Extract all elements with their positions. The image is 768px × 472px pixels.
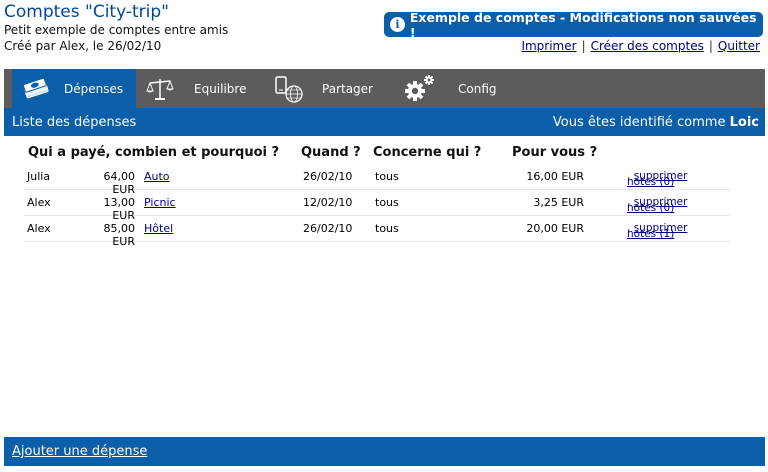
- row-reason-link[interactable]: Picnic: [144, 196, 176, 209]
- print-link[interactable]: Imprimer: [521, 39, 576, 53]
- quit-link[interactable]: Quitter: [718, 39, 760, 53]
- notes-link[interactable]: notes (1): [627, 228, 674, 240]
- row-date: 12/02/10: [303, 196, 353, 209]
- page-subtitle: Petit exemple de comptes entre amis: [4, 23, 229, 37]
- row-actions: notes (1), supprimer: [627, 222, 687, 240]
- row-share: 20,00 EUR: [526, 222, 584, 235]
- row-date: 26/02/10: [303, 222, 353, 235]
- section-bar: Liste des dépenses Vous êtes identifié c…: [4, 108, 765, 136]
- row-amount: 85,00 EUR: [103, 222, 136, 248]
- table-row: Alex 85,00 EUR Hôtel 26/02/10 tous 20,00…: [24, 216, 730, 248]
- row-share: 16,00 EUR: [526, 170, 584, 183]
- row-concerne: tous: [375, 222, 399, 235]
- unsaved-notice: i Exemple de comptes - Modifications non…: [384, 9, 763, 40]
- money-stack-icon: [22, 77, 50, 100]
- header-for-you: Pour vous ?: [512, 145, 598, 160]
- info-icon: i: [390, 17, 405, 32]
- top-links: Imprimer | Créer des comptes | Quitter: [521, 39, 760, 53]
- header-when: Quand ?: [301, 145, 361, 160]
- row-concerne: tous: [375, 196, 399, 209]
- balance-scale-icon: [146, 76, 174, 102]
- page-title: Comptes "City-trip": [4, 2, 169, 22]
- link-separator: |: [581, 39, 586, 53]
- create-accounts-link[interactable]: Créer des comptes: [591, 39, 704, 53]
- current-user: Loic: [729, 114, 759, 130]
- identity-text: Vous êtes identifié comme Loic: [553, 115, 759, 130]
- row-date: 26/02/10: [303, 170, 353, 183]
- table-row: Alex 13,00 EUR Picnic 12/02/10 tous 3,25…: [24, 190, 730, 222]
- tab-label: Config: [458, 81, 497, 96]
- main-nav: Dépenses Equilibre Partager Config: [4, 69, 765, 108]
- tab-equilibre[interactable]: Equilibre: [144, 69, 256, 108]
- created-by-text: Créé par Alex, le 26/02/10: [4, 39, 162, 53]
- tab-label: Dépenses: [64, 81, 124, 96]
- row-concerne: tous: [375, 170, 399, 183]
- row-payer: Julia: [27, 170, 51, 183]
- header-who: Qui a payé, combien et pourquoi ?: [28, 145, 280, 160]
- row-actions: notes (0), supprimer: [627, 196, 687, 214]
- tab-label: Equilibre: [194, 81, 247, 96]
- identity-prefix: Vous êtes identifié comme: [552, 114, 726, 130]
- unsaved-notice-text: Exemple de comptes - Modifications non s…: [409, 9, 757, 40]
- notes-link[interactable]: notes (0): [627, 176, 674, 188]
- share-phone-globe-icon: [274, 75, 304, 103]
- tab-partager[interactable]: Partager: [272, 69, 387, 108]
- add-expense-link[interactable]: Ajouter une dépense: [12, 444, 147, 459]
- gears-icon: [402, 74, 436, 104]
- header-concerns: Concerne qui ?: [373, 145, 482, 160]
- row-reason-link[interactable]: Hôtel: [144, 222, 173, 235]
- table-row: Julia 64,00 EUR Auto 26/02/10 tous 16,00…: [24, 164, 730, 196]
- row-reason-link[interactable]: Auto: [144, 170, 170, 183]
- tab-label: Partager: [322, 81, 373, 96]
- link-separator: |: [708, 39, 713, 53]
- tab-depenses[interactable]: Dépenses: [12, 69, 136, 108]
- notes-link[interactable]: notes (0): [627, 202, 674, 214]
- footer-bar: Ajouter une dépense: [4, 437, 765, 466]
- row-share: 3,25 EUR: [533, 196, 584, 209]
- tab-config[interactable]: Config: [400, 69, 510, 108]
- section-title: Liste des dépenses: [12, 114, 137, 130]
- row-actions: notes (0), supprimer: [627, 170, 687, 188]
- row-payer: Alex: [27, 196, 51, 209]
- row-payer: Alex: [27, 222, 51, 235]
